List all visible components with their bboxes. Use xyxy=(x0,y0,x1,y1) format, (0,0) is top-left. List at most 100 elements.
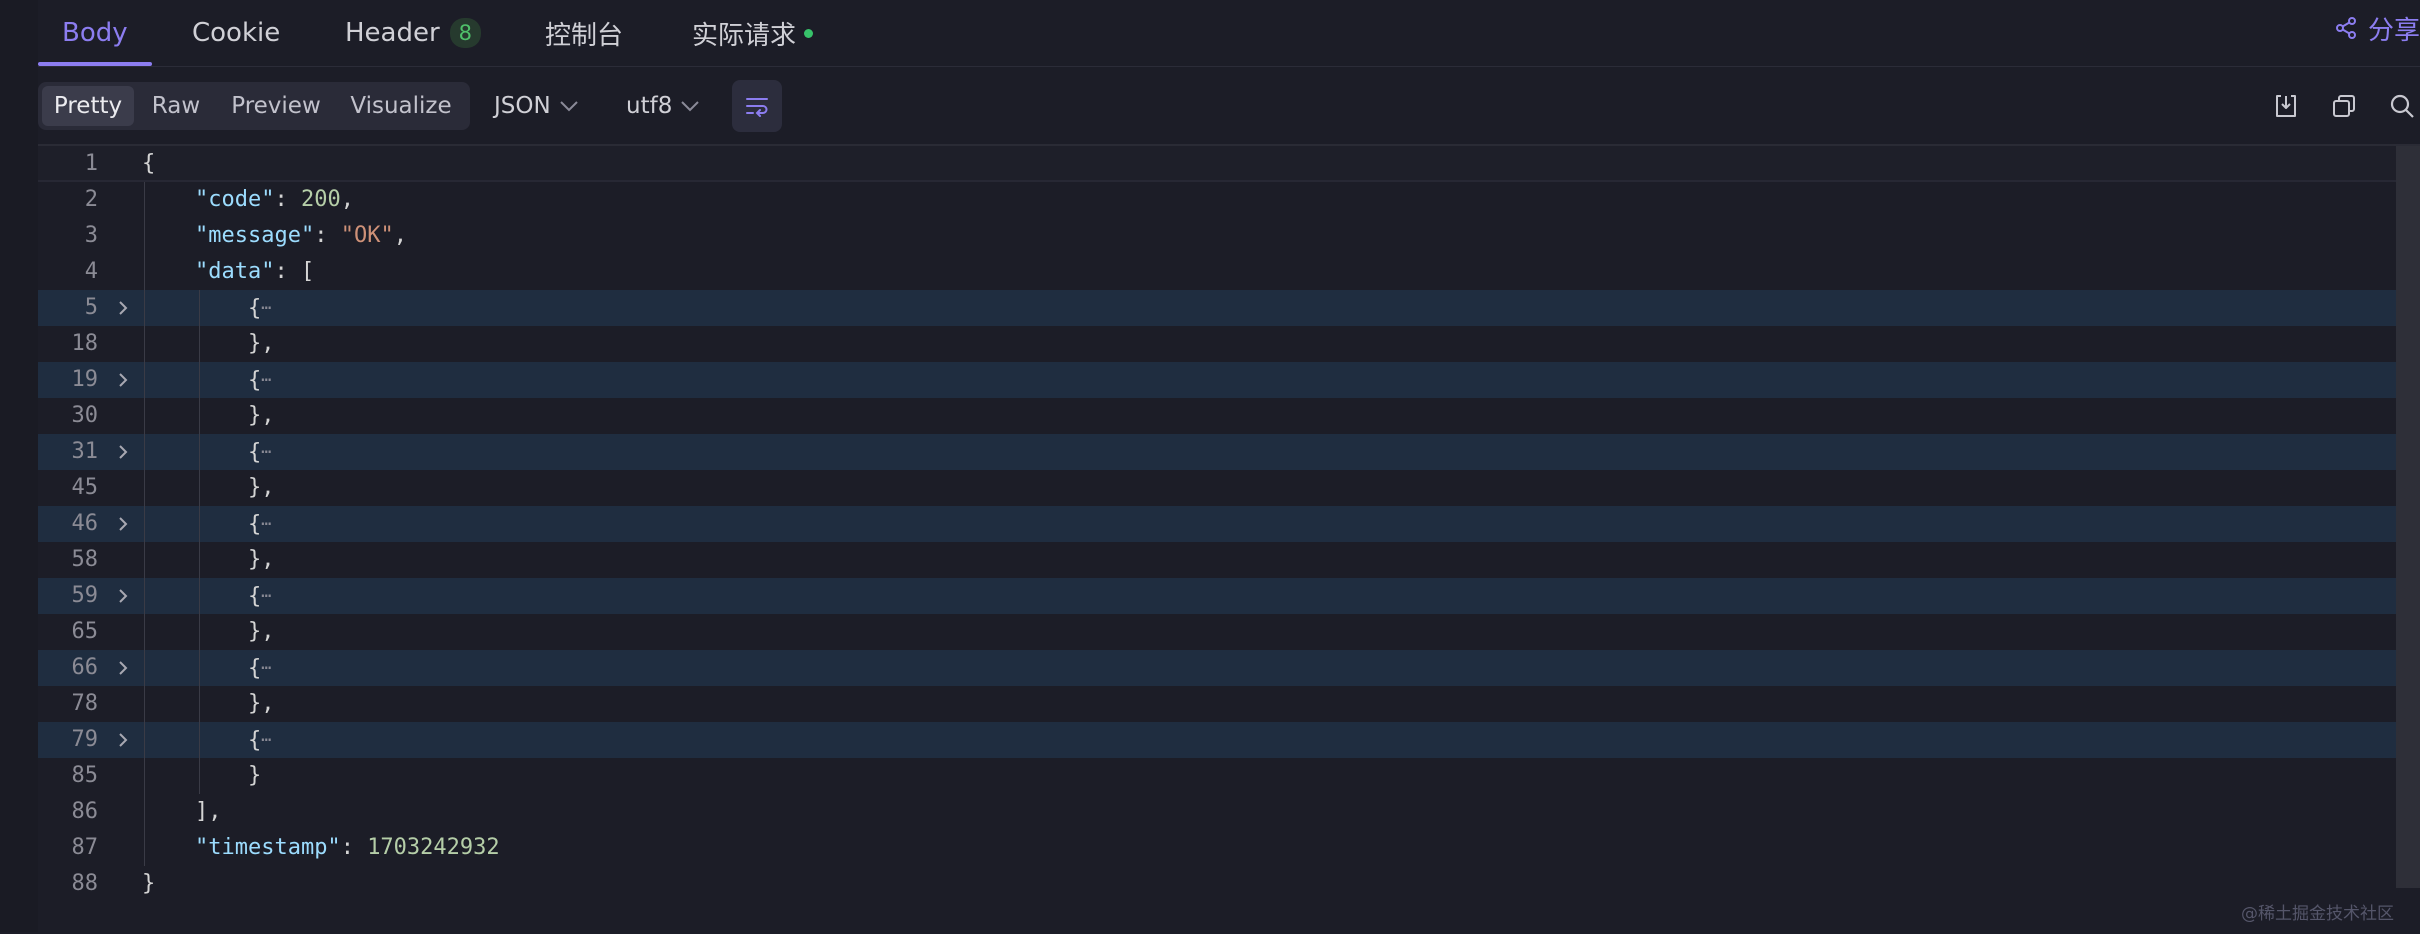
folded-object-line[interactable]: 19 {⋯ xyxy=(38,362,2396,398)
tab-console-label: 控制台 xyxy=(545,20,624,51)
code-line: 2 "code": 200, xyxy=(38,182,2396,218)
tab-header[interactable]: Header 8 xyxy=(345,0,482,66)
chevron-right-icon[interactable] xyxy=(114,587,132,605)
chevron-right-icon[interactable] xyxy=(114,371,132,389)
line-number: 86 xyxy=(71,799,99,824)
code-line: 86 ], xyxy=(38,794,2396,830)
code-text: } xyxy=(142,871,156,896)
view-pretty-button[interactable]: Pretty xyxy=(42,86,134,126)
code-line: 85 } xyxy=(38,758,2396,794)
view-preview-button[interactable]: Preview xyxy=(218,86,334,126)
share-icon xyxy=(2335,17,2356,39)
code-text: }, xyxy=(142,403,275,428)
status-dot xyxy=(804,28,814,38)
indent-guide xyxy=(144,182,145,866)
folded-object-line[interactable]: 46 {⋯ xyxy=(38,506,2396,542)
line-number: 65 xyxy=(71,619,99,644)
code-line: 4 "data": [ xyxy=(38,254,2396,290)
chevron-right-icon[interactable] xyxy=(114,515,132,533)
line-number: 3 xyxy=(84,223,98,248)
format-select[interactable]: JSON xyxy=(494,82,579,130)
copy-icon xyxy=(2333,95,2355,117)
tab-body-label: Body xyxy=(62,18,128,48)
line-number: 30 xyxy=(71,403,99,428)
line-number: 2 xyxy=(84,187,98,212)
line-number: 45 xyxy=(71,475,99,500)
code-line: 88 } xyxy=(38,866,2396,902)
view-mode-group: Pretty Raw Preview Visualize xyxy=(38,82,470,130)
line-number: 18 xyxy=(71,331,99,356)
chevron-right-icon[interactable] xyxy=(114,443,132,461)
line-number: 88 xyxy=(71,871,99,896)
code-text: }, xyxy=(142,331,275,356)
code-line: 87 "timestamp": 1703242932 xyxy=(38,830,2396,866)
encoding-select-value: utf8 xyxy=(626,93,673,119)
code-text: { xyxy=(142,151,156,176)
code-line: 18 }, xyxy=(38,326,2396,362)
line-number: 79 xyxy=(71,727,99,752)
copy-button[interactable] xyxy=(2328,90,2360,122)
line-number: 1 xyxy=(84,151,98,176)
code-line: 78 }, xyxy=(38,686,2396,722)
code-line: 58 }, xyxy=(38,542,2396,578)
line-number: 58 xyxy=(71,547,99,572)
code-text: "timestamp": 1703242932 xyxy=(194,835,500,860)
folded-object-line[interactable]: 66 {⋯ xyxy=(38,650,2396,686)
json-code-editor[interactable]: 1 { 2 "code": 200, 3 "message": "OK", 4 … xyxy=(38,144,2420,934)
body-toolbar: Pretty Raw Preview Visualize JSON utf8 xyxy=(38,80,2420,132)
tab-cookie-label: Cookie xyxy=(192,18,281,48)
word-wrap-icon xyxy=(746,98,768,117)
download-icon xyxy=(2276,95,2296,117)
tab-body[interactable]: Body xyxy=(62,0,128,66)
header-count-badge: 8 xyxy=(449,18,482,48)
watermark-text: @稀土掘金技术社区 xyxy=(2241,904,2394,924)
code-line: 45 }, xyxy=(38,470,2396,506)
line-number: 19 xyxy=(71,367,99,392)
folded-object-line[interactable]: 5 {⋯ xyxy=(38,290,2396,326)
line-number: 85 xyxy=(71,763,99,788)
word-wrap-toggle[interactable] xyxy=(732,80,782,132)
view-visualize-button[interactable]: Visualize xyxy=(336,86,466,126)
active-tab-underline xyxy=(38,62,152,66)
line-number: 78 xyxy=(71,691,99,716)
code-line: 30 }, xyxy=(38,398,2396,434)
share-button[interactable]: 分享 xyxy=(2334,0,2420,56)
encoding-select[interactable]: utf8 xyxy=(626,82,700,130)
code-text: }, xyxy=(142,475,275,500)
folded-object-line[interactable]: 59 {⋯ xyxy=(38,578,2396,614)
line-number: 46 xyxy=(71,511,99,536)
chevron-down-icon xyxy=(681,101,700,112)
left-edge-strip xyxy=(0,0,38,932)
code-text: }, xyxy=(142,619,275,644)
code-text: {⋯ xyxy=(142,584,272,609)
view-raw-button[interactable]: Raw xyxy=(136,86,216,126)
share-label: 分享 xyxy=(2367,15,2420,46)
code-text: }, xyxy=(142,691,275,716)
code-text: "code": 200, xyxy=(194,187,354,212)
code-line: 3 "message": "OK", xyxy=(38,218,2396,254)
line-number: 59 xyxy=(71,583,99,608)
search-button[interactable] xyxy=(2386,90,2418,122)
code-text: {⋯ xyxy=(142,296,272,321)
line-number: 66 xyxy=(71,655,99,680)
code-text: }, xyxy=(142,547,275,572)
chevron-right-icon[interactable] xyxy=(114,731,132,749)
chevron-right-icon[interactable] xyxy=(114,659,132,677)
tab-actual-request[interactable]: 实际请求 xyxy=(692,0,814,66)
code-text: {⋯ xyxy=(142,728,272,753)
line-number: 5 xyxy=(84,295,98,320)
format-select-value: JSON xyxy=(494,93,551,119)
chevron-right-icon[interactable] xyxy=(114,299,132,317)
folded-object-line[interactable]: 31 {⋯ xyxy=(38,434,2396,470)
vertical-scrollbar[interactable] xyxy=(2396,146,2420,888)
tab-cookie[interactable]: Cookie xyxy=(192,0,280,66)
tab-console[interactable]: 控制台 xyxy=(545,0,623,66)
line-number: 31 xyxy=(71,439,99,464)
tab-header-label: Header xyxy=(345,18,440,48)
download-button[interactable] xyxy=(2270,90,2302,122)
response-tab-bar: Body Cookie Header 8 控制台 实际请求 分享 xyxy=(38,0,2420,67)
code-text: {⋯ xyxy=(142,440,272,465)
folded-object-line[interactable]: 79 {⋯ xyxy=(38,722,2396,758)
code-text: ], xyxy=(142,799,222,824)
indent-guide xyxy=(199,290,200,794)
